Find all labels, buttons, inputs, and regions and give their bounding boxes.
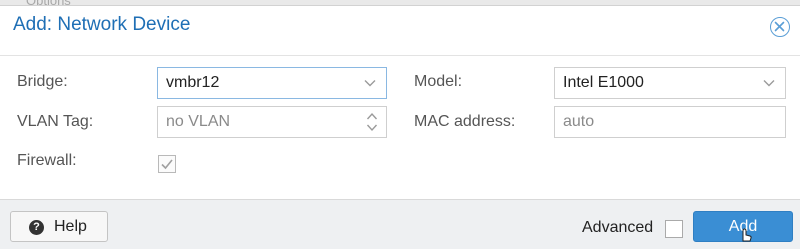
mac-address-label: MAC address: [414,113,516,130]
model-label: Model: [414,73,463,90]
question-circle-icon: ? [29,220,44,235]
vlan-tag-placeholder: no VLAN [166,113,231,130]
spinner-updown-icon[interactable] [366,110,378,134]
vlan-tag-input[interactable]: no VLAN [157,106,387,138]
vlan-tag-label: VLAN Tag: [17,113,94,130]
firewall-label: Firewall: [17,152,77,169]
title-divider [0,55,800,56]
advanced-label: Advanced [582,219,654,236]
mac-address-placeholder: auto [563,113,595,130]
help-button-label: Help [54,218,87,235]
bridge-select[interactable]: vmbr12 [157,67,387,99]
add-network-device-dialog: Add: Network Device Bridge: vmbr12 VLAN … [0,5,800,249]
advanced-checkbox[interactable] [665,220,683,238]
model-value: Intel E1000 [563,74,644,91]
firewall-checkbox[interactable] [158,155,176,173]
chevron-down-icon [763,80,775,87]
hand-cursor-icon [742,228,752,242]
bridge-value: vmbr12 [166,74,220,91]
close-x-glyph [774,21,785,32]
dialog-title: Add: Network Device [13,14,191,35]
close-icon[interactable] [770,17,790,37]
checkmark-icon [161,159,173,170]
bridge-label: Bridge: [17,73,68,90]
mac-address-input[interactable]: auto [554,106,786,138]
help-button[interactable]: ? Help [10,211,108,242]
chevron-down-icon [364,80,376,87]
model-select[interactable]: Intel E1000 [554,67,786,99]
